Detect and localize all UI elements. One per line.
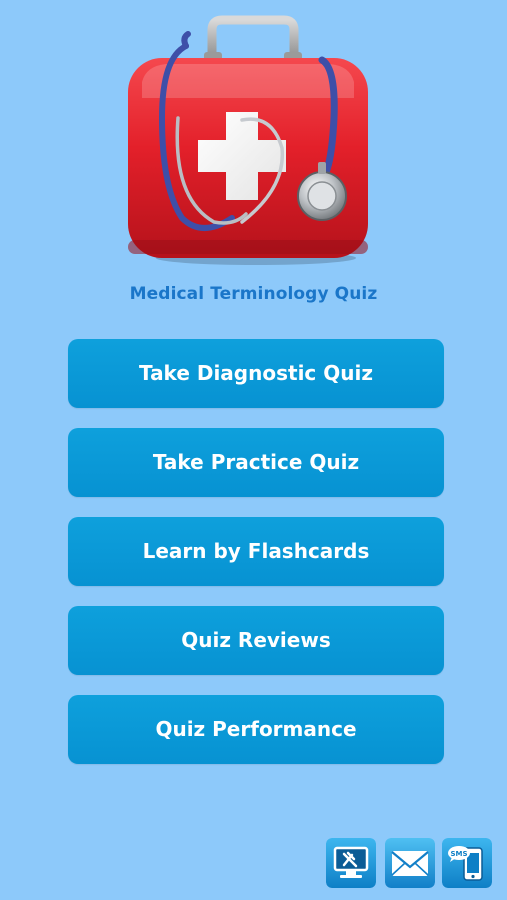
sms-icon[interactable]: SMS <box>442 838 492 888</box>
take-diagnostic-quiz-button[interactable]: Take Diagnostic Quiz <box>68 339 444 408</box>
footer-icon-tray: SMS <box>326 838 496 890</box>
quiz-reviews-button[interactable]: Quiz Reviews <box>68 606 444 675</box>
sms-label: SMS <box>450 850 467 858</box>
app-title: Medical Terminology Quiz <box>129 284 378 304</box>
email-icon[interactable] <box>385 838 435 888</box>
first-aid-kit-stethoscope-icon <box>122 8 384 270</box>
take-practice-quiz-button[interactable]: Take Practice Quiz <box>68 428 444 497</box>
learn-by-flashcards-button[interactable]: Learn by Flashcards <box>68 517 444 586</box>
app-screen: Medical Terminology Quiz Take Diagnostic… <box>0 0 507 900</box>
more-apps-icon[interactable] <box>326 838 376 888</box>
quiz-performance-button[interactable]: Quiz Performance <box>68 695 444 764</box>
main-menu: Take Diagnostic Quiz Take Practice Quiz … <box>68 339 444 784</box>
